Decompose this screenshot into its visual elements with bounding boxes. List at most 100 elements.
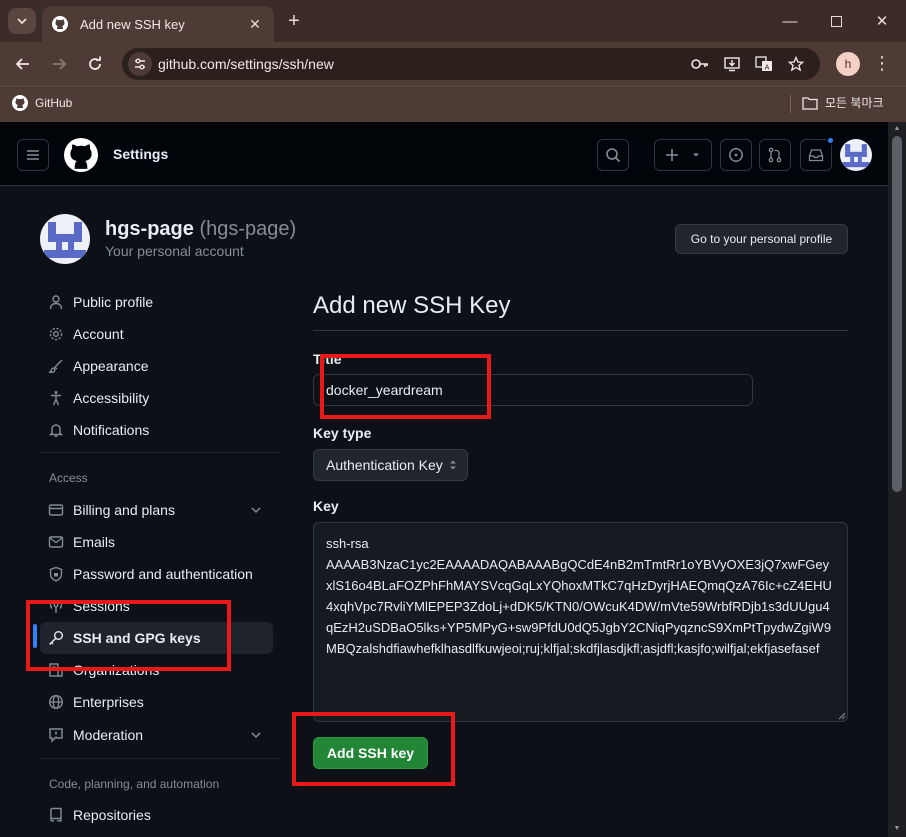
install-app-icon[interactable] [722, 54, 742, 74]
bookmarks-bar: GitHub 모든 북마크 [0, 86, 906, 122]
chevron-down-icon [251, 732, 261, 739]
sidebar-item-enterprises[interactable]: Enterprises [40, 686, 273, 718]
browser-profile-avatar[interactable]: h [836, 52, 860, 76]
bookmark-separator [790, 95, 791, 113]
sidebar-item-appearance[interactable]: Appearance [40, 350, 273, 382]
github-favicon-icon [12, 95, 28, 111]
sidebar-item-label: Accessibility [73, 390, 150, 406]
browser-tab-bar: Add new SSH key ✕ + — ✕ [0, 0, 906, 42]
go-to-profile-button[interactable]: Go to your personal profile [675, 224, 848, 254]
forward-icon[interactable] [45, 50, 73, 78]
mail-icon [48, 534, 64, 550]
page-title: Add new SSH Key [313, 292, 511, 319]
organization-icon [48, 662, 64, 678]
browser-menu-icon[interactable]: ⋮ [872, 52, 892, 76]
github-favicon-icon [52, 16, 68, 32]
scroll-up-icon[interactable]: ▲ [893, 125, 901, 133]
key-label: Key [313, 498, 339, 514]
create-new-button[interactable] [654, 139, 712, 171]
sidebar-item-label: Notifications [73, 422, 150, 438]
sidebar-item-public-profile[interactable]: Public profile [40, 286, 273, 318]
sidebar-divider [40, 758, 281, 759]
reload-icon[interactable] [81, 50, 109, 78]
github-logo-icon[interactable] [64, 138, 98, 172]
bell-icon [48, 422, 64, 438]
browser-tab[interactable]: Add new SSH key ✕ [42, 6, 274, 42]
user-subtitle: Your personal account [105, 243, 244, 259]
sidebar-item-emails[interactable]: Emails [40, 526, 273, 558]
sidebar-item-moderation[interactable]: Moderation [40, 719, 273, 751]
translate-icon[interactable]: A [754, 54, 774, 74]
report-icon [48, 727, 64, 743]
sidebar-item-label: Appearance [73, 358, 149, 374]
key-type-value: Authentication Key [326, 457, 443, 473]
sidebar-group-access: Access [49, 471, 88, 485]
minimize-icon[interactable]: — [767, 0, 813, 42]
user-name[interactable]: hgs-page (hgs-page) [105, 218, 296, 241]
bookmark-star-icon[interactable] [786, 54, 806, 74]
close-window-icon[interactable]: ✕ [859, 0, 905, 42]
credit-card-icon [48, 502, 64, 518]
bookmark-github[interactable]: GitHub [12, 95, 72, 111]
page-scrollbar[interactable]: ▲ ▼ [888, 122, 906, 837]
sidebar-item-repositories[interactable]: Repositories [40, 799, 273, 831]
paintbrush-icon [48, 358, 64, 374]
issues-icon[interactable] [720, 139, 752, 171]
user-login: (hgs-page) [199, 218, 297, 240]
shield-lock-icon [48, 566, 64, 582]
user-display-name: hgs-page [105, 218, 194, 240]
sidebar-item-password-authentication[interactable]: Password and authentication [40, 558, 273, 590]
sidebar-item-label: Moderation [73, 727, 144, 743]
pull-requests-icon[interactable] [759, 139, 791, 171]
folder-icon [802, 96, 818, 110]
sidebar-item-accessibility[interactable]: Accessibility [40, 382, 273, 414]
title-field[interactable] [313, 374, 753, 406]
globe-icon [48, 694, 64, 710]
inbox-icon[interactable] [800, 136, 835, 171]
sidebar-item-notifications[interactable]: Notifications [40, 414, 273, 446]
back-icon[interactable] [9, 50, 37, 78]
scroll-down-icon[interactable]: ▼ [893, 825, 901, 833]
new-tab-icon[interactable]: + [282, 8, 306, 34]
sidebar-item-account[interactable]: Account [40, 318, 273, 350]
add-ssh-key-button[interactable]: Add SSH key [313, 737, 428, 769]
resize-handle-icon[interactable] [836, 710, 846, 720]
github-page: Settings hgs-page (hgs-page) Your person… [0, 122, 888, 837]
tab-search-button[interactable] [8, 8, 36, 34]
bookmark-folder-label: 모든 북마크 [825, 96, 884, 110]
title-label: Title [313, 351, 342, 367]
user-avatar[interactable] [840, 139, 872, 171]
accessibility-icon [48, 390, 64, 406]
hamburger-menu-icon[interactable] [17, 139, 49, 171]
all-bookmarks-folder[interactable]: 모든 북마크 [802, 94, 884, 111]
sidebar-item-organizations[interactable]: Organizations [40, 654, 273, 686]
sidebar-item-label: Sessions [73, 598, 130, 614]
header-title: Settings [113, 146, 169, 162]
address-bar[interactable]: github.com/settings/ssh/new A [122, 48, 820, 80]
person-icon [48, 294, 64, 310]
key-type-select[interactable]: Authentication Key [313, 449, 468, 481]
notification-dot [826, 136, 835, 145]
sidebar-item-ssh-gpg-keys[interactable]: SSH and GPG keys [40, 622, 273, 654]
sidebar-item-label: SSH and GPG keys [73, 630, 201, 646]
maximize-icon[interactable] [813, 0, 859, 42]
plus-icon [666, 149, 678, 161]
scroll-thumb[interactable] [892, 136, 902, 492]
sidebar-item-label: Billing and plans [73, 502, 175, 518]
tab-close-icon[interactable]: ✕ [246, 16, 264, 33]
site-info-icon[interactable] [128, 52, 152, 76]
browser-toolbar: github.com/settings/ssh/new A h ⋮ [0, 42, 906, 86]
svg-text:A: A [765, 64, 770, 72]
password-key-icon[interactable] [690, 54, 710, 74]
key-textarea[interactable]: ssh-rsa AAAAB3NzaC1yc2EAAAADAQABAAABgQCd… [313, 522, 848, 722]
gear-icon [48, 326, 64, 342]
sidebar-item-label: Repositories [73, 807, 151, 823]
sidebar-item-label: Organizations [73, 662, 160, 678]
sidebar-item-label: Password and authentication [73, 566, 253, 582]
search-icon[interactable] [597, 139, 629, 171]
title-divider [313, 330, 848, 331]
sidebar-item-billing[interactable]: Billing and plans [40, 494, 273, 526]
sidebar-divider [40, 452, 281, 453]
sidebar-item-sessions[interactable]: Sessions [40, 590, 273, 622]
chevron-down-icon [251, 507, 261, 514]
